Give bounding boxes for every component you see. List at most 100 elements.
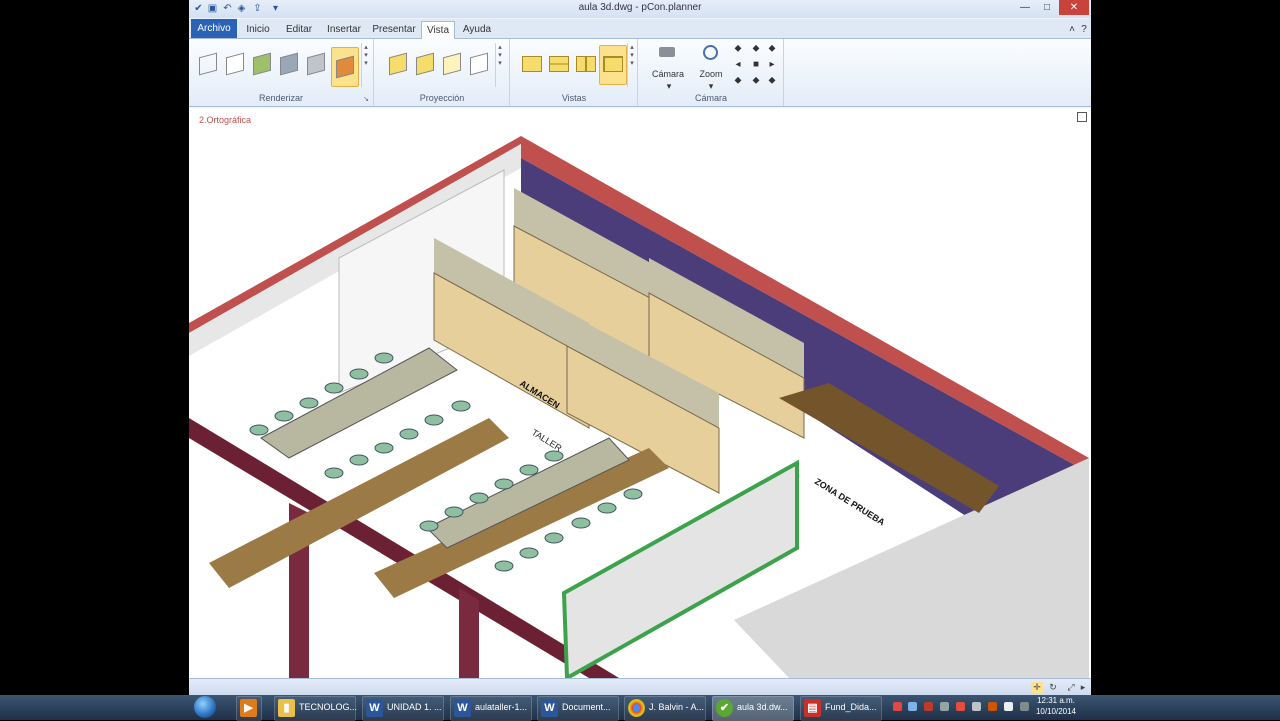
projection-custom-button[interactable] [468,52,490,76]
taskbar-item[interactable]: W Document... [537,696,619,721]
pcon-icon: ✔ [716,699,733,717]
projection-parallel-button[interactable] [414,52,436,76]
taskbar: ▶ ▮ TECNOLOG... W UNIDAD 1. ... W aulata… [0,695,1280,721]
window-title: aula 3d.dwg - pCon.planner [578,2,702,13]
view-four-button[interactable] [599,45,627,85]
group-label: Cámara [694,93,727,103]
classroom-3d-model: ALMACEN TALLER ZONA DE PRUEBA [189,136,1089,678]
taskbar-item[interactable]: W aulataller-1... [450,696,532,721]
word-icon: W [366,699,383,717]
tray-network-icon[interactable] [908,702,917,711]
clock-time[interactable]: 12:31 a.m. [1036,696,1076,705]
close-button[interactable]: ✕ [1059,0,1089,15]
orbit-icon[interactable]: ⬥ [731,43,745,54]
start-button[interactable] [194,695,218,720]
tab-editar[interactable]: Editar [281,21,317,38]
view-bottom-icon[interactable]: ⬥ [749,75,763,86]
title-bar: ✔ ▣ ↶ ◈ ⇪ ▾ aula 3d.dwg - pCon.planner —… [189,0,1091,18]
wireframe-render-button[interactable] [197,52,219,76]
projection-gallery-scroll[interactable]: ▴ ▾ ▾ [495,43,504,87]
shaded-render-button[interactable] [251,52,273,76]
views-gallery-scroll[interactable]: ▴ ▾ ▾ [627,43,636,87]
windows-logo-icon [194,696,216,718]
taskbar-item[interactable]: J. Balvin - A... [624,696,706,721]
view-front-icon[interactable]: ■ [749,59,763,70]
tab-ayuda[interactable]: Ayuda [461,21,493,38]
tray-antivirus-icon[interactable] [924,702,933,711]
word-icon: W [541,699,558,717]
view-two-vertical-button[interactable] [573,53,597,75]
clock-date[interactable]: 10/10/2014 [1031,707,1081,716]
zoom-button-label[interactable]: Zoom [693,69,729,79]
view-two-horizontal-button[interactable] [546,53,570,75]
tray-battery-icon[interactable] [1020,702,1029,711]
taskbar-item[interactable]: ▮ TECNOLOG... [274,696,358,721]
shaded-edges-render-button[interactable] [278,52,300,76]
view-back-left-icon[interactable]: ⬥ [731,75,745,86]
tab-insertar[interactable]: Insertar [323,21,365,38]
view-single-button[interactable] [519,53,543,75]
snap-toggle-icon[interactable]: ↻ [1047,682,1059,693]
taskbar-item-label: J. Balvin - A... [649,702,705,712]
render-gallery-scroll[interactable]: ▴ ▾ ▾ [361,43,370,87]
3d-viewport[interactable]: 2.Ortográfica ALMACEN TALLER ZONA DE PRU… [189,108,1091,678]
fullscreen-icon[interactable]: ⤢ [1065,682,1077,693]
camera-icon[interactable] [655,43,681,63]
taskbar-item-label: Fund_Dida... [825,702,877,712]
view-back-right-icon[interactable]: ⬥ [765,75,779,86]
system-tray [888,695,1280,720]
help-icon[interactable]: ? [1079,21,1089,38]
front-post [459,588,479,678]
taskbar-item-label: UNIDAD 1. ... [387,702,442,712]
tray-alert-icon[interactable] [956,702,965,711]
group-label: Vistas [561,93,587,103]
minimize-button[interactable]: — [1015,0,1035,15]
camera-button-label[interactable]: Cámara [647,69,689,79]
grid-toggle-icon[interactable]: ✛ [1031,682,1043,693]
chrome-icon [628,699,645,717]
dialog-launcher-icon[interactable]: ↘ [363,95,369,103]
projection-perspective-button[interactable] [387,52,409,76]
tab-archivo[interactable]: Archivo [191,19,237,38]
zoom-dropdown-icon[interactable]: ▾ [701,81,721,92]
realistic-render-button[interactable] [305,52,327,76]
projection-iso-button[interactable] [441,52,463,76]
ribbon: ▴ ▾ ▾ Renderizar ↘ ▴ ▾ ▾ Proyección ▴ ▾ ▾ Vist… [189,39,1091,107]
taskbar-item-label: aulataller-1... [475,702,528,712]
media-player-icon: ▶ [240,699,257,717]
taskbar-item[interactable]: W UNIDAD 1. ... [362,696,444,721]
maximize-button[interactable]: □ [1037,0,1057,15]
camera-dropdown-icon[interactable]: ▾ [659,81,679,92]
menu-tabs: Archivo Inicio Editar Insertar Presentar… [189,19,1091,39]
group-label: Proyección [419,93,465,103]
taskbar-item-label: Document... [562,702,611,712]
tab-inicio[interactable]: Inicio [241,21,275,38]
taskbar-item-label: TECNOLOG... [299,702,358,712]
status-menu-icon[interactable]: ▸ [1077,682,1089,693]
app-window: ✔ ▣ ↶ ◈ ⇪ ▾ aula 3d.dwg - pCon.planner —… [189,0,1091,695]
tray-app-icon[interactable] [893,702,902,711]
view-top-icon[interactable]: ⬥ [749,43,763,54]
tab-vista[interactable]: Vista [421,21,455,39]
group-renderizar: ▴ ▾ ▾ Renderizar ↘ [189,39,374,106]
view-left-icon[interactable]: ◂ [731,59,745,70]
tray-usb-icon[interactable] [972,702,981,711]
media-player-pinned[interactable]: ▶ [236,696,262,721]
group-vistas: ▴ ▾ ▾ Vistas [511,39,638,106]
taskbar-item[interactable]: ▤ Fund_Dida... [800,696,882,721]
tab-presentar[interactable]: Presentar [371,21,417,38]
taskbar-item-label: aula 3d.dw... [737,702,788,712]
group-camara: Cámara ▾ Zoom ▾ ⬥ ⬥ ⬥ ◂ ■ ▸ ⬥ ⬥ ⬥ Cámara [639,39,784,106]
hidden-line-render-button[interactable] [224,52,246,76]
zoom-icon[interactable] [699,43,721,63]
pdf-icon: ▤ [804,699,821,717]
tray-flag-icon[interactable] [988,702,997,711]
ribbon-collapse-icon[interactable]: ˄ [1067,21,1077,38]
view-iso-icon[interactable]: ⬥ [765,43,779,54]
photo-render-button[interactable] [331,47,359,87]
tray-update-icon[interactable] [940,702,949,711]
folder-icon: ▮ [278,699,295,717]
tray-volume-icon[interactable] [1004,702,1013,711]
taskbar-item[interactable]: ✔ aula 3d.dw... [712,696,794,721]
view-right-icon[interactable]: ▸ [765,59,779,70]
